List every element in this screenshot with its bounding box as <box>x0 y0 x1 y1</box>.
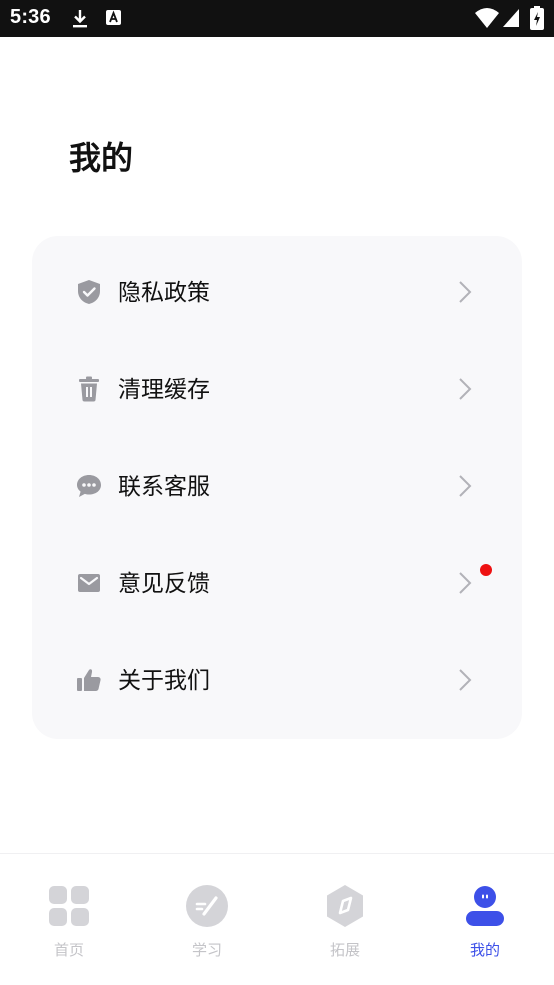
menu-item-label: 联系客服 <box>118 474 210 500</box>
chevron-right-icon <box>459 378 472 400</box>
tab-label: 学习 <box>191 941 222 959</box>
tab-explore[interactable]: 拓展 <box>276 854 414 985</box>
tab-label: 我的 <box>469 941 500 959</box>
notification-dot <box>480 564 492 576</box>
tab-mine[interactable]: 我的 <box>416 854 554 985</box>
profile-icon <box>466 886 504 926</box>
compass-icon <box>327 885 363 927</box>
wifi-icon <box>475 8 499 28</box>
tab-label: 拓展 <box>329 941 360 959</box>
mail-icon <box>78 574 100 592</box>
battery-icon <box>530 6 544 30</box>
menu-card: 隐私政策 清理缓存 联系客服 意见反馈 关于我们 <box>32 236 522 739</box>
menu-item-label: 关于我们 <box>118 668 210 694</box>
page-title: 我的 <box>69 139 134 177</box>
trash-icon <box>79 376 99 402</box>
tab-label: 首页 <box>53 941 84 959</box>
menu-item-feedback[interactable]: 意见反馈 <box>32 534 522 631</box>
bottom-nav: 首页 学习 拓展 我的 <box>0 853 554 985</box>
menu-item-contact-support[interactable]: 联系客服 <box>32 437 522 534</box>
menu-item-about-us[interactable]: 关于我们 <box>32 631 522 728</box>
status-bar: 5:36 <box>0 0 554 37</box>
chat-bubble-icon <box>77 475 101 497</box>
menu-item-label: 隐私政策 <box>118 280 210 306</box>
text-input-icon <box>106 10 121 25</box>
download-icon <box>73 10 87 28</box>
menu-item-clear-cache[interactable]: 清理缓存 <box>32 340 522 437</box>
chevron-right-icon <box>459 572 472 594</box>
menu-item-label: 清理缓存 <box>118 377 210 403</box>
chevron-right-icon <box>459 669 472 691</box>
chevron-right-icon <box>459 475 472 497</box>
chevron-right-icon <box>459 281 472 303</box>
study-pen-icon <box>186 885 228 927</box>
menu-item-label: 意见反馈 <box>118 571 210 597</box>
home-grid-icon <box>49 886 89 926</box>
tab-study[interactable]: 学习 <box>138 854 276 985</box>
status-time: 5:36 <box>10 6 51 28</box>
signal-icon <box>503 9 519 27</box>
shield-check-icon <box>78 280 100 304</box>
menu-item-privacy-policy[interactable]: 隐私政策 <box>32 243 522 340</box>
thumbs-up-icon <box>77 669 101 691</box>
tab-home[interactable]: 首页 <box>0 854 138 985</box>
